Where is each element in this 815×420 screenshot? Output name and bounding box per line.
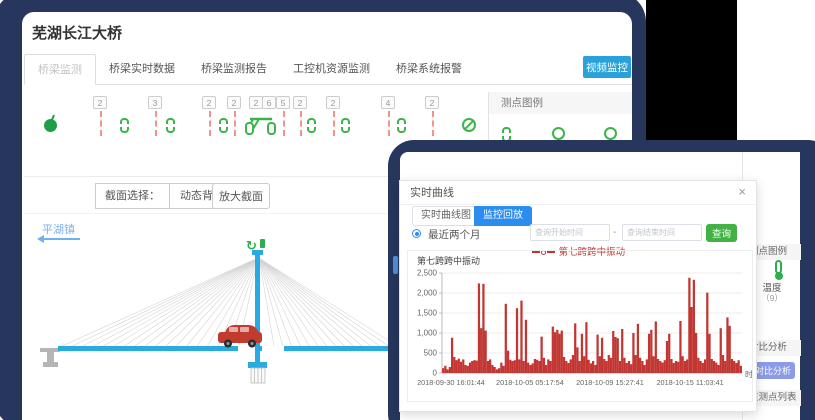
- svg-text:0: 0: [433, 369, 438, 378]
- svg-text:2018-10-15 11:03:41: 2018-10-15 11:03:41: [656, 378, 723, 387]
- sensor-row: 23222652242: [0, 0, 646, 160]
- sensor-dashed-line: [209, 111, 211, 136]
- svg-text:时间: 时间: [745, 369, 752, 379]
- thermometer-icon: [775, 260, 782, 274]
- legend-sensor-icon: [604, 127, 617, 140]
- chain-sensor-icon[interactable]: [120, 118, 129, 133]
- abutment: [40, 348, 60, 352]
- tab-realtime-curve[interactable]: 实时曲线图: [412, 206, 480, 226]
- desktop-backdrop: [646, 0, 737, 150]
- sensor-count-badge: 3: [148, 96, 162, 109]
- enlarge-section-button[interactable]: 放大截面: [212, 183, 270, 209]
- radio-last-two-months[interactable]: [412, 229, 421, 238]
- svg-text:1,000: 1,000: [417, 329, 438, 338]
- tab-monitor-playback[interactable]: 监控回放: [474, 206, 532, 226]
- chart-container: 第七跨跨中振动 05001,0001,5002,0002,5002018-09-…: [407, 250, 753, 402]
- svg-text:2,500: 2,500: [417, 269, 438, 278]
- sensor-dashed-line: [283, 111, 285, 136]
- sensor-dashed-line: [300, 111, 302, 136]
- dialog-header: 实时曲线 ×: [400, 181, 756, 205]
- disabled-sensor-icon[interactable]: [462, 118, 476, 132]
- date-range-separator: -: [613, 227, 616, 238]
- sensor-dashed-line: [155, 111, 157, 136]
- chain-sensor-icon[interactable]: [166, 118, 175, 133]
- legend-panel-header: 测点图例: [489, 92, 632, 114]
- bridge-sensor-icon[interactable]: [245, 110, 277, 141]
- sensor-dashed-line: [432, 111, 434, 136]
- query-start-time-input[interactable]: [530, 224, 610, 241]
- sensor-count-badge: 5: [276, 96, 290, 109]
- sensor-dashed-line: [234, 111, 236, 136]
- scroll-indicator[interactable]: [393, 256, 398, 274]
- svg-text:500: 500: [424, 349, 438, 358]
- compare-analysis-button[interactable]: 对比分析: [751, 362, 795, 379]
- sensor-count-badge: 2: [326, 96, 340, 109]
- close-icon[interactable]: ×: [738, 185, 746, 199]
- sensor-dashed-line: [100, 111, 102, 136]
- sensor-dashed-line: [388, 111, 390, 136]
- svg-text:1,500: 1,500: [417, 309, 438, 318]
- sensor-count-badge: 4: [381, 96, 395, 109]
- sensor-count-badge: 2: [425, 96, 439, 109]
- sensor-count-badge: 6: [262, 96, 276, 109]
- legend-sensor-icon: [552, 127, 565, 140]
- sensor-count-badge: 2: [93, 96, 107, 109]
- sensor-count-badge: 2: [249, 96, 263, 109]
- page: 芜湖长江大桥 桥梁监测桥梁实时数据桥梁监测报告工控机资源监测桥梁系统报警 视频监…: [0, 0, 815, 420]
- svg-text:2018-10-05 05:17:54: 2018-10-05 05:17:54: [496, 378, 564, 387]
- section-select-label: 截面选择：: [96, 184, 169, 208]
- sensor-count-badge: 2: [202, 96, 216, 109]
- bridge-deck: [58, 346, 238, 351]
- chain-sensor-icon[interactable]: [397, 118, 406, 133]
- chain-sensor-icon[interactable]: [341, 118, 350, 133]
- radio-label: 最近两个月: [428, 227, 481, 242]
- chain-sensor-icon[interactable]: [219, 118, 228, 133]
- chain-sensor-icon[interactable]: [307, 118, 316, 133]
- svg-text:2,000: 2,000: [417, 289, 438, 298]
- svg-text:2018-10-09 15:27:41: 2018-10-09 15:27:41: [576, 378, 644, 387]
- wind-sensor-icon[interactable]: [44, 119, 57, 132]
- sensor-count-badge: 2: [227, 96, 241, 109]
- pier-cap: [248, 362, 267, 368]
- query-end-time-input[interactable]: [622, 224, 702, 241]
- sensor-dashed-line: [333, 111, 335, 136]
- realtime-curve-dialog: 实时曲线 × 实时曲线图 监控回放 最近两个月 - 查询 第七跨跨中振动 第七跨…: [399, 180, 757, 412]
- sensor-count-badge: 2: [293, 96, 307, 109]
- query-button[interactable]: 查询: [706, 224, 737, 242]
- legend-panel-title: 测点图例: [501, 97, 543, 109]
- car: [218, 325, 262, 348]
- svg-text:2018-09-30 16:01:44: 2018-09-30 16:01:44: [417, 378, 485, 387]
- bridge-tower: [255, 254, 260, 365]
- vibration-chart: 0 500 1,000 1,500 2,000 2,500 2018-09-30 16:01…: [408, 265, 752, 399]
- svg-text:↻: ↻: [246, 238, 257, 253]
- dialog-title: 实时曲线: [410, 181, 454, 205]
